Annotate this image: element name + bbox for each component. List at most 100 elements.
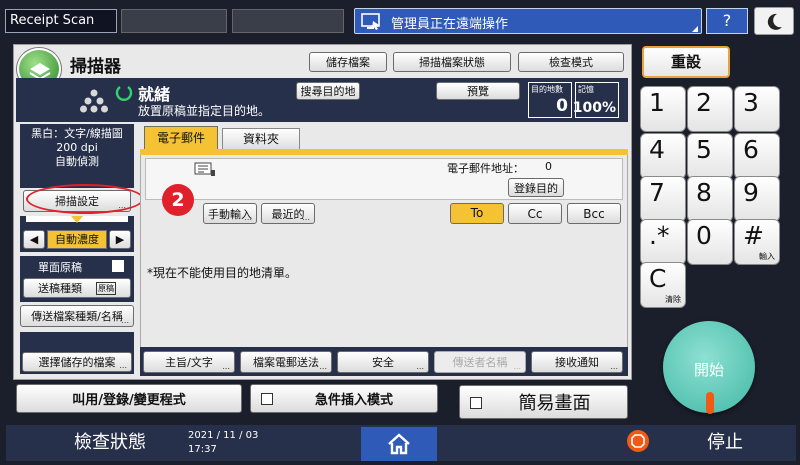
- tab-email[interactable]: 電子郵件: [144, 126, 218, 150]
- page-title: 掃描器: [70, 57, 121, 77]
- moon-icon: [767, 13, 782, 30]
- key-4[interactable]: 4: [640, 133, 686, 179]
- receive-notification-label: 接收通知: [555, 356, 599, 369]
- send-type-label: 送稿種類: [38, 282, 82, 295]
- key-hash[interactable]: # 輸入: [734, 219, 780, 265]
- key-6[interactable]: 6: [734, 133, 780, 179]
- send-type-button[interactable]: 送稿種類 原稿: [23, 278, 131, 298]
- interrupt-mode-label: 急件插入模式: [314, 393, 393, 408]
- remote-message: 管理員正在遠端操作: [391, 17, 509, 32]
- destination-count-label: 目的地數: [531, 85, 563, 94]
- recent-button[interactable]: 最近的...: [261, 203, 315, 224]
- density-decrease-button[interactable]: ◀: [23, 230, 45, 249]
- to-button[interactable]: To: [450, 203, 504, 224]
- key-dot-star[interactable]: .*: [640, 219, 686, 265]
- scan-file-status-button[interactable]: 掃描檔案狀態: [393, 52, 511, 72]
- security-button[interactable]: 安全...: [337, 351, 429, 373]
- subject-text-button[interactable]: 主旨/文字...: [143, 351, 235, 373]
- remote-monitor-icon: [361, 13, 380, 30]
- scan-settings-highlight: [26, 184, 144, 214]
- simple-screen-button[interactable]: 簡易畫面: [459, 385, 628, 419]
- density-increase-button[interactable]: ▶: [109, 230, 131, 249]
- footer-time: 17:37: [188, 444, 217, 455]
- recent-label: 最近的: [271, 207, 305, 221]
- reset-button[interactable]: 重設: [642, 46, 730, 78]
- scanner-dots-icon: [80, 89, 108, 113]
- mode-line-2: 200 dpi: [56, 141, 98, 154]
- banner-corner-icon: [692, 26, 698, 32]
- email-address-label: 電子郵件地址：: [447, 162, 524, 175]
- tab-folder[interactable]: 資料夾: [222, 128, 300, 150]
- single-sided-icon: [112, 260, 124, 272]
- key-7[interactable]: 7: [640, 176, 686, 222]
- mode-line-1: 黑白：文字/線描圖: [31, 127, 123, 140]
- simple-screen-checkbox: [470, 397, 482, 409]
- key-0[interactable]: 0: [687, 219, 733, 265]
- search-destination-button[interactable]: 搜尋目的地: [296, 82, 360, 100]
- destination-count-box: 目的地數 0: [528, 82, 572, 118]
- stop-icon: [627, 430, 649, 452]
- footer-date: 2021 / 11 / 03: [188, 430, 259, 441]
- interrupt-checkbox: [261, 393, 273, 405]
- key-hash-label: #: [743, 221, 764, 250]
- check-mode-button[interactable]: 檢查模式: [518, 52, 624, 72]
- file-email-method-button[interactable]: 檔案電郵送法...: [240, 351, 332, 373]
- key-9[interactable]: 9: [734, 176, 780, 222]
- subject-text-label: 主旨/文字: [165, 356, 213, 369]
- help-button[interactable]: ?: [706, 8, 748, 34]
- bcc-button[interactable]: Bcc: [567, 203, 621, 224]
- ready-indicator-icon: [115, 86, 133, 101]
- email-document-icon: [194, 162, 215, 176]
- density-marker-icon: [71, 216, 83, 223]
- start-label: 開始: [693, 361, 724, 379]
- memory-label: 記憶: [578, 85, 594, 94]
- file-type-name-button[interactable]: 傳送檔案種類/名稱...: [20, 305, 134, 327]
- manual-input-button[interactable]: 手動輸入...: [203, 203, 257, 224]
- register-destination-button[interactable]: 登錄目的: [508, 178, 564, 197]
- stop-button[interactable]: 停止: [670, 430, 780, 456]
- remote-operation-banner[interactable]: 管理員正在遠端操作: [354, 8, 702, 34]
- start-indicator-icon: [706, 392, 714, 414]
- preview-button[interactable]: 預覽: [436, 82, 520, 100]
- status-message: 放置原稿並指定目的地。: [138, 104, 271, 118]
- simple-screen-label: 簡易畫面: [518, 393, 591, 414]
- program-button[interactable]: 叫用/登錄/變更程式: [16, 384, 242, 413]
- home-icon: [388, 433, 410, 455]
- select-stored-file-label: 選擇儲存的檔案: [38, 356, 116, 369]
- mode-line-3: 自動偵測: [55, 155, 99, 168]
- energy-saver-button[interactable]: [754, 7, 794, 35]
- sender-name-label: 傳送者名稱: [452, 356, 508, 369]
- clear-label: C: [649, 264, 667, 293]
- memory-value: 100%: [572, 100, 616, 116]
- status-slot-1: [121, 9, 227, 33]
- key-5[interactable]: 5: [687, 133, 733, 179]
- security-label: 安全: [372, 356, 394, 369]
- check-status-button[interactable]: 檢查狀態: [40, 430, 180, 456]
- destination-list-notice: *現在不能使用目的地清單。: [147, 266, 298, 280]
- save-file-button[interactable]: 儲存檔案: [309, 52, 387, 72]
- key-2[interactable]: 2: [687, 86, 733, 132]
- key-8[interactable]: 8: [687, 176, 733, 222]
- app-title: Receipt Scan: [5, 9, 117, 33]
- memory-box: 記憶 100%: [572, 82, 619, 118]
- density-label[interactable]: 自動濃度: [47, 230, 107, 249]
- email-address-count: 0: [545, 160, 552, 173]
- clear-sub: 清除: [665, 295, 681, 304]
- interrupt-mode-button[interactable]: 急件插入模式: [250, 384, 438, 413]
- send-type-badge: 原稿: [96, 281, 116, 295]
- step-marker: 2: [162, 184, 194, 216]
- sender-name-button[interactable]: 傳送者名稱...: [434, 351, 526, 373]
- status-slot-2: [232, 9, 344, 33]
- key-3[interactable]: 3: [734, 86, 780, 132]
- clear-button[interactable]: C 清除: [640, 262, 686, 308]
- cc-button[interactable]: Cc: [508, 203, 562, 224]
- scan-mode-summary: 黑白：文字/線描圖 200 dpi 自動偵測: [20, 124, 134, 188]
- select-stored-file-button[interactable]: 選擇儲存的檔案...: [22, 352, 132, 372]
- file-type-name-label: 傳送檔案種類/名稱: [31, 310, 123, 323]
- key-hash-sub: 輸入: [759, 252, 775, 261]
- destination-count: 0: [556, 96, 568, 116]
- key-1[interactable]: 1: [640, 86, 686, 132]
- home-button[interactable]: [361, 427, 437, 461]
- receive-notification-button[interactable]: 接收通知...: [531, 351, 623, 373]
- single-sided-label: 單面原稿: [38, 261, 82, 274]
